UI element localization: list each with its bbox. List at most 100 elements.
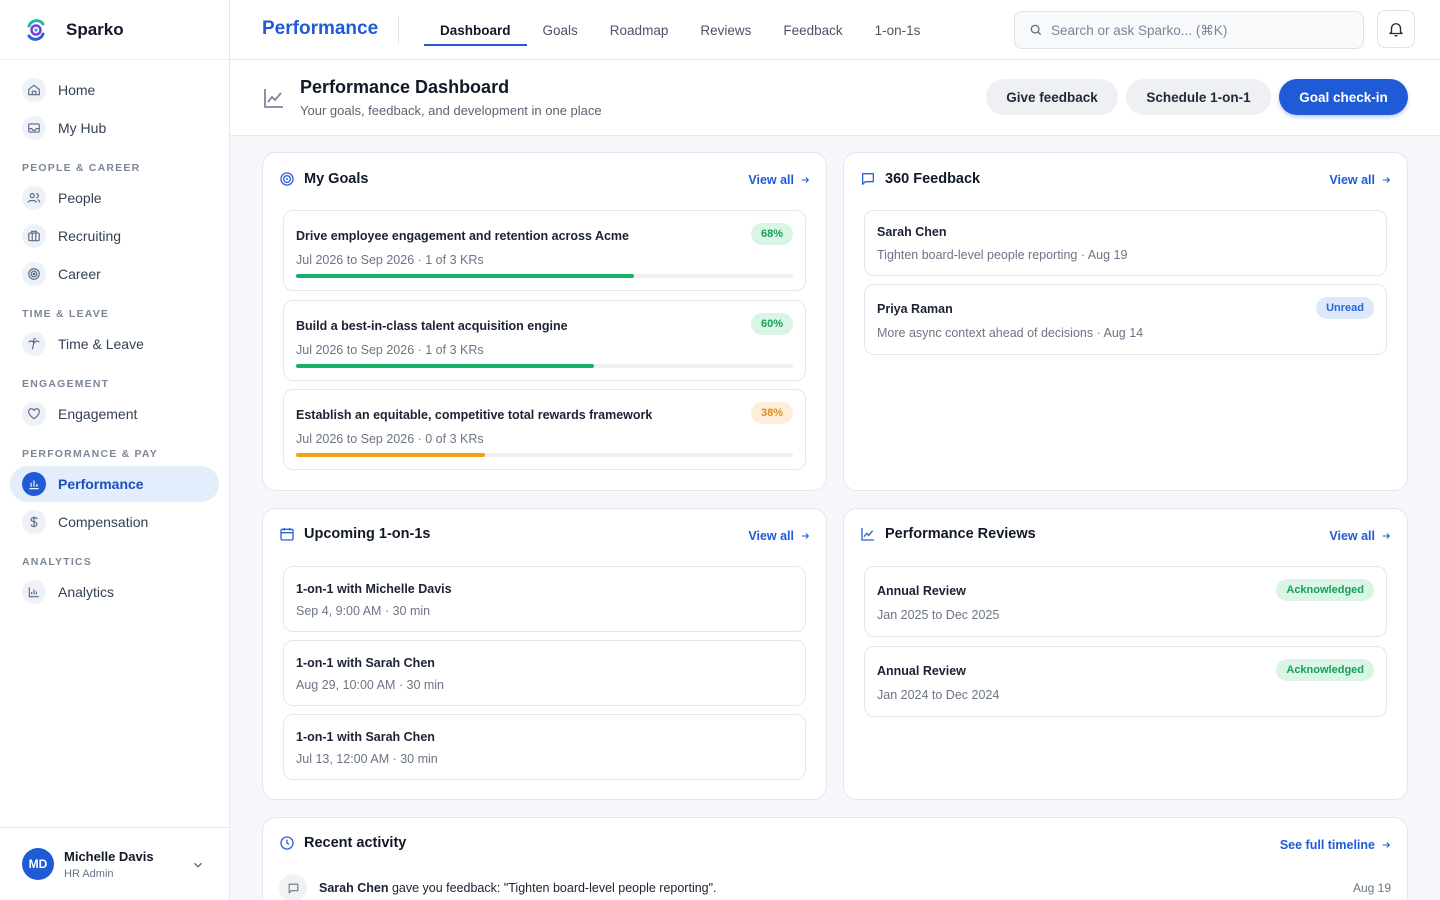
sidebar-item-performance[interactable]: Performance	[10, 466, 219, 502]
goal-progress-bar	[296, 364, 793, 368]
page-header: Performance Dashboard Your goals, feedba…	[230, 60, 1440, 136]
goal-progress-badge: 38%	[750, 402, 793, 424]
meeting-item[interactable]: 1-on-1 with Sarah Chen Aug 29, 10:00 AM …	[283, 640, 806, 706]
search-input[interactable]	[1051, 22, 1341, 38]
meeting-meta: Sep 4, 9:00 AM · 30 min	[296, 604, 431, 618]
upcoming-1-on-1s-card: Upcoming 1-on-1s View all 1-on-1 with Mi…	[262, 508, 827, 800]
sidebar-nav: Home My Hub PEOPLE & CAREER People Recru…	[0, 60, 229, 610]
view-all-reviews-link[interactable]: View all	[1329, 529, 1391, 543]
review-title: Annual Review	[877, 584, 966, 598]
arrow-right-icon	[801, 533, 810, 539]
schedule-1-on-1-button[interactable]: Schedule 1-on-1	[1126, 79, 1271, 115]
tab-dashboard[interactable]: Dashboard	[424, 0, 527, 60]
arrow-right-icon	[1382, 842, 1391, 848]
tab-roadmap[interactable]: Roadmap	[594, 0, 685, 60]
sidebar-item-people[interactable]: People	[10, 180, 219, 216]
activity-row[interactable]: Sarah Chen gave you feedback: "Tighten b…	[279, 874, 1391, 900]
sidebar-item-label: People	[58, 190, 102, 206]
card-header: Upcoming 1-on-1s	[279, 526, 430, 542]
tab-1-on-1s[interactable]: 1-on-1s	[859, 0, 937, 60]
status-badge: Acknowledged	[1276, 579, 1374, 601]
goal-progress-fill	[296, 274, 634, 278]
sidebar-item-label: Compensation	[58, 514, 149, 530]
tab-goals[interactable]: Goals	[527, 0, 594, 60]
chevron-down-icon[interactable]	[191, 858, 205, 872]
avatar: MD	[22, 848, 54, 880]
card-header: My Goals	[279, 171, 368, 187]
sidebar-item-career[interactable]: Career	[10, 256, 219, 292]
goal-title: Drive employee engagement and retention …	[296, 229, 629, 243]
feedback-meta: More async context ahead of decisions · …	[877, 326, 1144, 340]
card-header: Recent activity	[279, 835, 406, 851]
goal-title: Build a best-in-class talent acquisition…	[296, 319, 568, 333]
goal-progress-badge: 60%	[750, 313, 793, 335]
goal-progress-badge: 68%	[750, 223, 793, 245]
meeting-item[interactable]: 1-on-1 with Michelle Davis Sep 4, 9:00 A…	[283, 566, 806, 632]
sidebar-item-label: Analytics	[58, 584, 115, 600]
sidebar-item-analytics[interactable]: Analytics	[10, 574, 219, 610]
search-icon	[1030, 24, 1042, 36]
goal-progress-fill	[296, 364, 595, 368]
brand[interactable]: Sparko	[0, 0, 229, 60]
review-item[interactable]: Annual Review Acknowledged Jan 2025 to D…	[864, 566, 1387, 637]
card-title: Upcoming 1-on-1s	[304, 526, 431, 542]
sidebar: Sparko Home My Hub PEOPLE & CAREER Peopl…	[0, 0, 230, 900]
feedback-item[interactable]: Sarah Chen Tighten board-level people re…	[864, 210, 1387, 276]
goal-item[interactable]: Build a best-in-class talent acquisition…	[283, 300, 806, 381]
unread-badge: Unread	[1316, 297, 1374, 319]
inbox-icon	[22, 116, 46, 140]
goal-meta: Jul 2026 to Sep 2026 · 1 of 3 KRs	[296, 253, 484, 267]
goal-item[interactable]: Establish an equitable, competitive tota…	[283, 389, 806, 470]
goal-meta: Jul 2026 to Sep 2026 · 0 of 3 KRs	[296, 432, 484, 446]
sidebar-item-engagement[interactable]: Engagement	[10, 396, 219, 432]
sidebar-item-my-hub[interactable]: My Hub	[10, 110, 219, 146]
target-icon	[22, 262, 46, 286]
arrow-right-icon	[1382, 177, 1391, 183]
people-icon	[22, 186, 46, 210]
activity-date: Aug 19	[1352, 881, 1391, 895]
see-full-timeline-link[interactable]: See full timeline	[1280, 838, 1391, 852]
review-period: Jan 2024 to Dec 2024	[877, 688, 1000, 702]
notifications-button[interactable]	[1377, 10, 1415, 48]
review-item[interactable]: Annual Review Acknowledged Jan 2024 to D…	[864, 646, 1387, 717]
view-all-feedback-link[interactable]: View all	[1329, 173, 1391, 187]
sidebar-item-compensation[interactable]: Compensation	[10, 504, 219, 540]
module-title: Performance	[262, 18, 379, 39]
trend-chart-icon	[861, 528, 874, 541]
goal-check-in-button[interactable]: Goal check-in	[1279, 79, 1408, 115]
trend-chart-icon	[264, 89, 283, 108]
tab-reviews[interactable]: Reviews	[684, 0, 767, 60]
tab-feedback[interactable]: Feedback	[767, 0, 858, 60]
view-all-1-on-1s-link[interactable]: View all	[748, 529, 810, 543]
feedback-author: Sarah Chen	[877, 225, 947, 239]
meeting-meta: Jul 13, 12:00 AM · 30 min	[296, 752, 438, 766]
sidebar-item-label: Performance	[58, 476, 144, 492]
heart-icon	[22, 402, 46, 426]
feedback-card: 360 Feedback View all Sarah Chen Tighten…	[843, 152, 1408, 491]
activity-actor: Sarah Chen	[319, 881, 389, 895]
goal-title: Establish an equitable, competitive tota…	[296, 408, 653, 422]
sidebar-item-home[interactable]: Home	[10, 72, 219, 108]
goal-meta: Jul 2026 to Sep 2026 · 1 of 3 KRs	[296, 343, 484, 357]
meeting-meta: Aug 29, 10:00 AM · 30 min	[296, 678, 445, 692]
nav-section-title: ENGAGEMENT	[22, 378, 110, 390]
arrow-right-icon	[801, 177, 810, 183]
view-all-goals-link[interactable]: View all	[748, 173, 810, 187]
nav-section-title: TIME & LEAVE	[22, 308, 110, 320]
user-menu[interactable]: MD Michelle Davis HR Admin	[0, 827, 229, 900]
meeting-title: 1-on-1 with Sarah Chen	[296, 656, 435, 670]
analytics-icon	[22, 580, 46, 604]
meeting-item[interactable]: 1-on-1 with Sarah Chen Jul 13, 12:00 AM …	[283, 714, 806, 780]
card-header: 360 Feedback	[860, 171, 980, 187]
arrow-right-icon	[1382, 533, 1391, 539]
goal-item[interactable]: Drive employee engagement and retention …	[283, 210, 806, 291]
calendar-icon	[280, 528, 294, 541]
sidebar-item-recruiting[interactable]: Recruiting	[10, 218, 219, 254]
search-box[interactable]	[1014, 11, 1364, 49]
feedback-author: Priya Raman	[877, 302, 953, 316]
nav-section-title: PEOPLE & CAREER	[22, 162, 141, 174]
feedback-item[interactable]: Priya Raman Unread More async context ah…	[864, 284, 1387, 355]
sidebar-item-time-leave[interactable]: Time & Leave	[10, 326, 219, 362]
module-tabs: Dashboard Goals Roadmap Reviews Feedback…	[424, 0, 936, 60]
give-feedback-button[interactable]: Give feedback	[986, 79, 1118, 115]
